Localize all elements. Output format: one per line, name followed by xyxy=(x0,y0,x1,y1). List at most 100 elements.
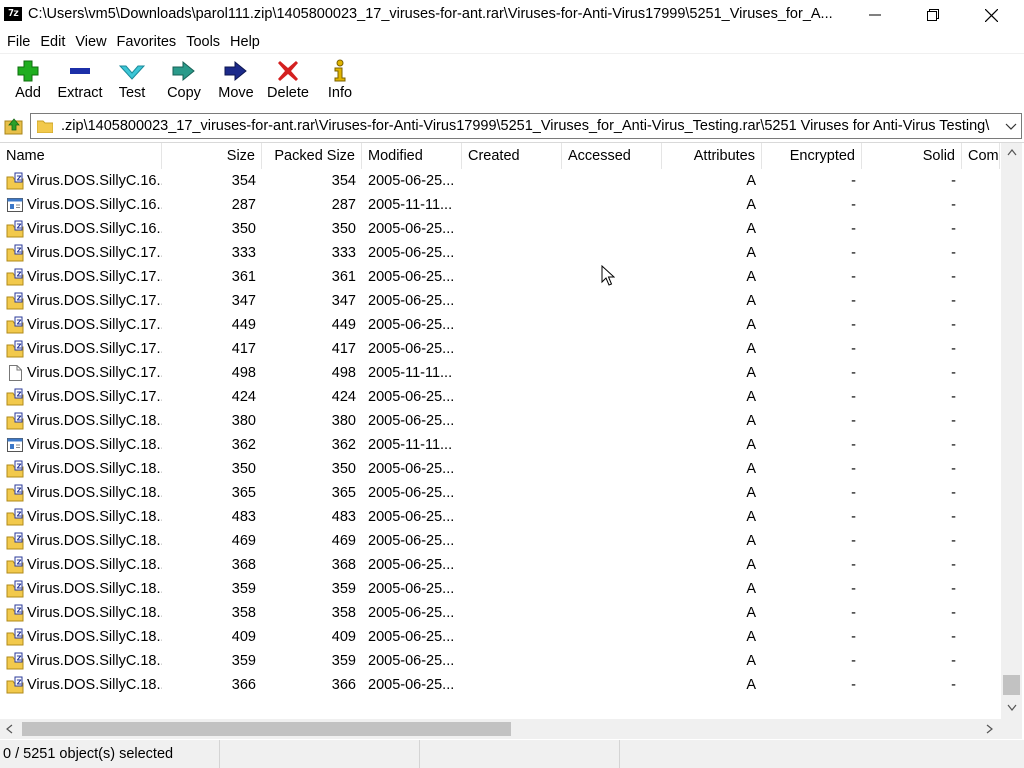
table-row[interactable]: Virus.DOS.SillyC.18... 362 362 2005-11-11..… xyxy=(0,433,1000,457)
attributes-cell: A xyxy=(746,413,756,429)
archive-file-icon: Z xyxy=(6,580,27,598)
move-button[interactable]: Move xyxy=(210,56,262,108)
table-row[interactable]: Z Virus.DOS.SillyC.18... 469 469 2005-06-25.… xyxy=(0,529,1000,553)
comment-cell xyxy=(962,337,1000,361)
horizontal-scroll-thumb[interactable] xyxy=(22,722,511,736)
file-name-cell[interactable]: Z Virus.DOS.SillyC.17... xyxy=(0,289,162,313)
table-row[interactable]: Z Virus.DOS.SillyC.18... 409 409 2005-06-25.… xyxy=(0,625,1000,649)
menu-help[interactable]: Help xyxy=(225,34,265,50)
file-name-cell[interactable]: Virus.DOS.SillyC.18... xyxy=(0,433,162,457)
minimize-button[interactable] xyxy=(846,0,904,30)
menu-edit[interactable]: Edit xyxy=(35,34,70,50)
archive-file-icon: Z xyxy=(6,556,27,574)
created-cell xyxy=(462,337,562,361)
info-icon xyxy=(327,59,353,83)
file-name-cell[interactable]: Virus.DOS.SillyC.16... xyxy=(0,193,162,217)
table-row[interactable]: Z Virus.DOS.SillyC.17... 449 449 2005-06-25.… xyxy=(0,313,1000,337)
table-row[interactable]: Z Virus.DOS.SillyC.17... 347 347 2005-06-25.… xyxy=(0,289,1000,313)
menu-view[interactable]: View xyxy=(70,34,111,50)
file-name-cell[interactable]: Z Virus.DOS.SillyC.18... xyxy=(0,601,162,625)
comment-cell xyxy=(962,481,1000,505)
encrypted-cell: - xyxy=(851,413,856,429)
scroll-up-arrow[interactable] xyxy=(1001,143,1022,161)
modified-cell: 2005-06-25... xyxy=(368,221,455,237)
column-created[interactable]: Created xyxy=(462,143,562,169)
table-row[interactable]: Z Virus.DOS.SillyC.18... 358 358 2005-06-25.… xyxy=(0,601,1000,625)
table-row[interactable]: Z Virus.DOS.SillyC.17... 333 333 2005-06-25.… xyxy=(0,241,1000,265)
close-button[interactable] xyxy=(962,0,1020,30)
file-name-cell[interactable]: Z Virus.DOS.SillyC.17... xyxy=(0,337,162,361)
menu-file[interactable]: File xyxy=(2,34,35,50)
file-name-cell[interactable]: Z Virus.DOS.SillyC.18... xyxy=(0,529,162,553)
file-name-cell[interactable]: Z Virus.DOS.SillyC.16... xyxy=(0,169,162,193)
file-name-cell[interactable]: Z Virus.DOS.SillyC.18... xyxy=(0,577,162,601)
file-name-cell[interactable]: Z Virus.DOS.SillyC.17... xyxy=(0,385,162,409)
table-row[interactable]: Z Virus.DOS.SillyC.17... 424 424 2005-06-25.… xyxy=(0,385,1000,409)
vertical-scrollbar[interactable] xyxy=(1001,143,1022,719)
info-button[interactable]: Info xyxy=(314,56,366,108)
table-row[interactable]: Z Virus.DOS.SillyC.18... 366 366 2005-06-25.… xyxy=(0,673,1000,697)
file-name-cell[interactable]: Z Virus.DOS.SillyC.18... xyxy=(0,649,162,673)
table-row[interactable]: Virus.DOS.SillyC.16... 287 287 2005-11-11..… xyxy=(0,193,1000,217)
copy-button[interactable]: Copy xyxy=(158,56,210,108)
delete-button[interactable]: Delete xyxy=(262,56,314,108)
chevron-down-icon[interactable] xyxy=(1005,119,1017,133)
file-name-cell[interactable]: Z Virus.DOS.SillyC.17... xyxy=(0,313,162,337)
table-row[interactable]: Z Virus.DOS.SillyC.18... 359 359 2005-06-25.… xyxy=(0,577,1000,601)
up-folder-button[interactable] xyxy=(2,114,26,138)
add-button[interactable]: Add xyxy=(2,56,54,108)
scroll-right-arrow[interactable] xyxy=(981,719,999,739)
file-name-cell[interactable]: Z Virus.DOS.SillyC.17... xyxy=(0,265,162,289)
x-icon xyxy=(275,59,301,83)
modified-cell: 2005-06-25... xyxy=(368,581,455,597)
attributes-cell: A xyxy=(746,197,756,213)
scroll-left-arrow[interactable] xyxy=(0,719,18,739)
table-row[interactable]: Z Virus.DOS.SillyC.16... 350 350 2005-06-25.… xyxy=(0,217,1000,241)
table-row[interactable]: Virus.DOS.SillyC.17... 498 498 2005-11-11..… xyxy=(0,361,1000,385)
table-row[interactable]: Z Virus.DOS.SillyC.18... 350 350 2005-06-25.… xyxy=(0,457,1000,481)
file-name: Virus.DOS.SillyC.18... xyxy=(27,653,162,669)
scroll-down-arrow[interactable] xyxy=(1001,699,1022,717)
column-encrypted[interactable]: Encrypted xyxy=(762,143,862,169)
created-cell xyxy=(462,289,562,313)
table-row[interactable]: Z Virus.DOS.SillyC.18... 380 380 2005-06-25.… xyxy=(0,409,1000,433)
horizontal-scrollbar[interactable] xyxy=(0,719,1001,739)
file-name-cell[interactable]: Z Virus.DOS.SillyC.16... xyxy=(0,217,162,241)
column-name[interactable]: Name xyxy=(0,143,162,169)
table-row[interactable]: Z Virus.DOS.SillyC.18... 483 483 2005-06-25.… xyxy=(0,505,1000,529)
column-comment[interactable]: Com xyxy=(962,143,1000,169)
test-button[interactable]: Test xyxy=(106,56,158,108)
file-name-cell[interactable]: Z Virus.DOS.SillyC.18... xyxy=(0,505,162,529)
column-accessed[interactable]: Accessed xyxy=(562,143,662,169)
column-size[interactable]: Size xyxy=(162,143,262,169)
extract-button[interactable]: Extract xyxy=(54,56,106,108)
file-name-cell[interactable]: Z Virus.DOS.SillyC.18... xyxy=(0,481,162,505)
file-name-cell[interactable]: Z Virus.DOS.SillyC.18... xyxy=(0,625,162,649)
file-name-cell[interactable]: Z Virus.DOS.SillyC.17... xyxy=(0,241,162,265)
restore-button[interactable] xyxy=(904,0,962,30)
file-name-cell[interactable]: Virus.DOS.SillyC.17... xyxy=(0,361,162,385)
column-attributes[interactable]: Attributes xyxy=(662,143,762,169)
column-packed-size[interactable]: Packed Size xyxy=(262,143,362,169)
table-row[interactable]: Z Virus.DOS.SillyC.17... 417 417 2005-06-25.… xyxy=(0,337,1000,361)
table-row[interactable]: Z Virus.DOS.SillyC.17... 361 361 2005-06-25.… xyxy=(0,265,1000,289)
table-row[interactable]: Z Virus.DOS.SillyC.16... 354 354 2005-06-25.… xyxy=(0,169,1000,193)
column-modified[interactable]: Modified xyxy=(362,143,462,169)
created-cell xyxy=(462,385,562,409)
table-row[interactable]: Z Virus.DOS.SillyC.18... 359 359 2005-06-25.… xyxy=(0,649,1000,673)
file-name-cell[interactable]: Z Virus.DOS.SillyC.18... xyxy=(0,553,162,577)
table-row[interactable]: Z Virus.DOS.SillyC.18... 365 365 2005-06-25.… xyxy=(0,481,1000,505)
7zip-app-icon[interactable]: 7z xyxy=(4,7,22,21)
table-row[interactable]: Z Virus.DOS.SillyC.18... 368 368 2005-06-25.… xyxy=(0,553,1000,577)
file-name-cell[interactable]: Z Virus.DOS.SillyC.18... xyxy=(0,457,162,481)
menu-favorites[interactable]: Favorites xyxy=(112,34,182,50)
column-solid[interactable]: Solid xyxy=(862,143,962,169)
solid-cell: - xyxy=(951,269,956,285)
menu-tools[interactable]: Tools xyxy=(181,34,225,50)
vertical-scroll-thumb[interactable] xyxy=(1003,675,1020,695)
file-name-cell[interactable]: Z Virus.DOS.SillyC.18... xyxy=(0,409,162,433)
encrypted-cell: - xyxy=(851,173,856,189)
path-combobox[interactable]: .zip\1405800023_17_viruses-for-ant.rar\V… xyxy=(30,113,1022,139)
size-cell: 287 xyxy=(231,197,256,213)
file-name-cell[interactable]: Z Virus.DOS.SillyC.18... xyxy=(0,673,162,697)
